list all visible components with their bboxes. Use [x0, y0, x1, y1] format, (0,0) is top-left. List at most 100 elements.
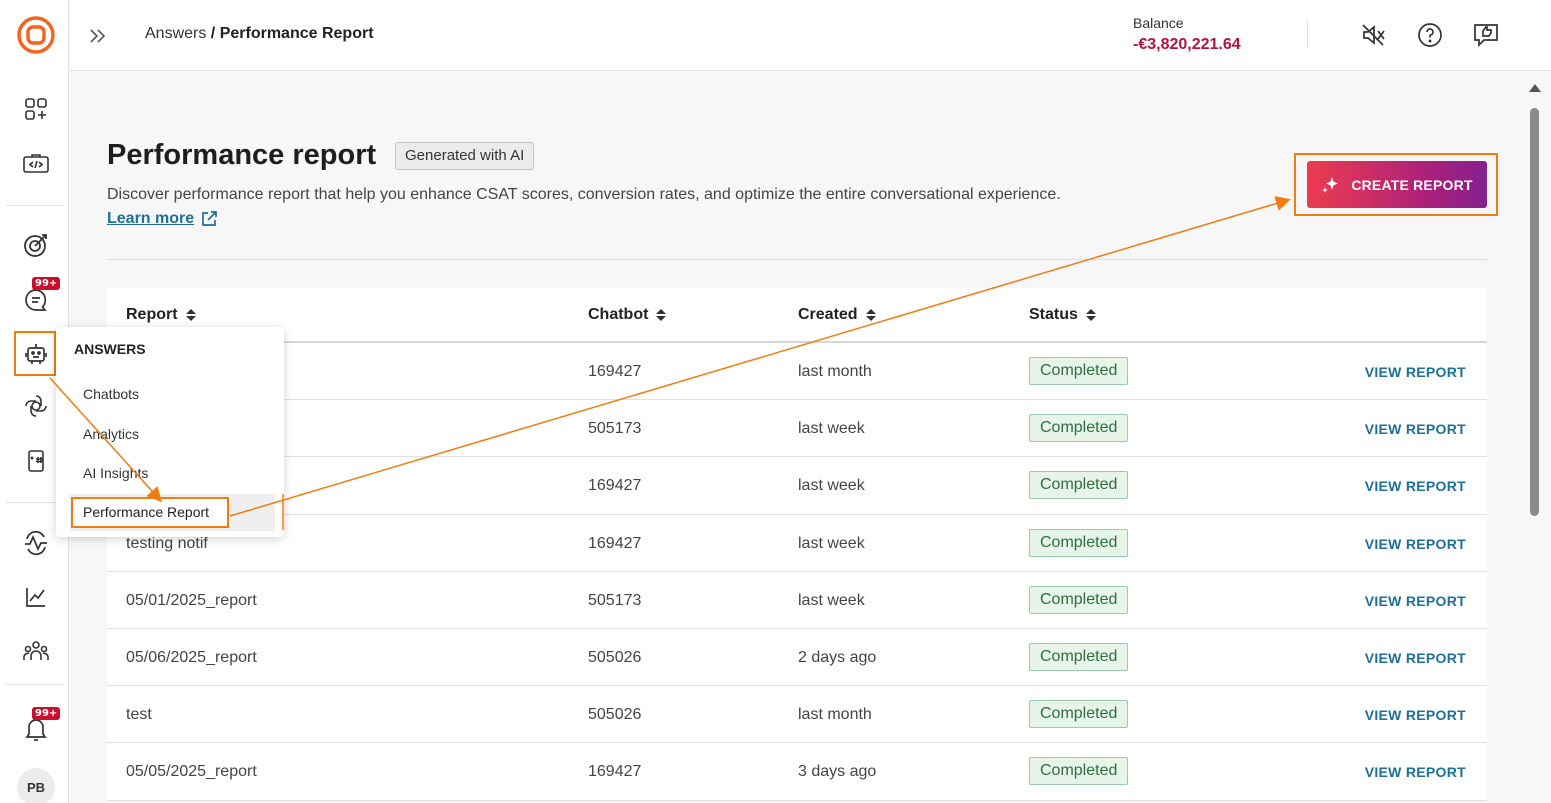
top-header: Answers / Performance Report Balance -€3… [70, 0, 1551, 71]
balance-value: -€3,820,221.64 [1133, 36, 1241, 53]
column-label: Report [126, 306, 178, 323]
phone-hash-icon[interactable] [15, 440, 57, 482]
chatbot-id: 169427 [588, 534, 642, 552]
created-date: last week [798, 420, 865, 438]
view-report-link[interactable]: VIEW REPORT [1365, 707, 1466, 723]
chatbot-id: 169427 [588, 477, 642, 495]
table-header: Report Chatbot Created Status [107, 288, 1487, 343]
submenu-title: ANSWERS [74, 341, 146, 357]
report-name: testing notif [126, 534, 208, 552]
create-report-button[interactable]: CREATE REPORT [1307, 161, 1487, 208]
created-date: 2 days ago [798, 648, 877, 666]
page-title: Performance report [107, 139, 377, 171]
rail-highlight-frame [14, 331, 56, 376]
sound-off-icon[interactable] [1358, 20, 1390, 50]
chatbot-id: 505173 [588, 591, 642, 609]
expand-sidebar-icon[interactable] [84, 22, 112, 50]
column-label: Status [1029, 306, 1078, 323]
section-divider [107, 259, 1487, 260]
report-name: 05/01/2025_report [126, 591, 257, 609]
table-row: 05/05/2025_report 169427 3 days ago Comp… [107, 743, 1487, 801]
notification-badge: 99+ [32, 707, 61, 720]
status-badge: Completed [1029, 414, 1129, 443]
learn-more-link[interactable]: Learn more [107, 210, 218, 228]
chatbot-id: 169427 [588, 763, 642, 781]
status-badge: Completed [1029, 757, 1129, 786]
view-report-link[interactable]: VIEW REPORT [1365, 478, 1466, 494]
pulse-icon[interactable] [15, 522, 57, 564]
target-icon[interactable] [15, 224, 57, 266]
brand-logo-icon[interactable] [15, 14, 57, 56]
chatbot-id: 169427 [588, 363, 642, 380]
avatar[interactable]: PB [17, 768, 55, 803]
column-header-chatbot[interactable]: Chatbot [588, 306, 667, 324]
report-name: 05/06/2025_report [126, 648, 257, 666]
scroll-thumb[interactable] [1530, 108, 1539, 516]
status-badge: Completed [1029, 357, 1129, 385]
chart-icon[interactable] [15, 576, 57, 618]
learn-more-label: Learn more [107, 210, 195, 227]
created-date: last week [798, 591, 865, 609]
submenu-item-performance-report[interactable]: Performance Report [71, 497, 229, 528]
ai-generated-tag: Generated with AI [395, 142, 535, 170]
created-date: last week [798, 477, 865, 495]
status-badge: Completed [1029, 700, 1129, 729]
submenu-item-ai-insights[interactable]: AI Insights [83, 465, 148, 481]
column-label: Chatbot [588, 306, 649, 323]
header-divider [1307, 20, 1308, 48]
column-label: Created [798, 306, 858, 323]
rail-divider [6, 205, 64, 206]
view-report-link[interactable]: VIEW REPORT [1365, 593, 1466, 609]
report-name: 05/05/2025_report [126, 763, 257, 781]
view-report-link[interactable]: VIEW REPORT [1365, 536, 1466, 552]
status-badge: Completed [1029, 528, 1129, 557]
submenu-item-analytics[interactable]: Analytics [83, 426, 139, 442]
sort-icon [656, 309, 667, 321]
view-report-link[interactable]: VIEW REPORT [1365, 421, 1466, 437]
view-report-link[interactable]: VIEW REPORT [1365, 650, 1466, 666]
created-date: 3 days ago [798, 763, 877, 781]
table-row: 05/01/2025_report 505173 last week Compl… [107, 572, 1487, 629]
scroll-up-arrow-icon[interactable] [1529, 84, 1541, 92]
status-badge: Completed [1029, 471, 1129, 500]
report-name: test [126, 706, 152, 724]
dashboard-icon[interactable] [15, 88, 57, 130]
reports-table: Report Chatbot Created Status 169427 las… [107, 288, 1487, 801]
view-report-link[interactable]: VIEW REPORT [1365, 764, 1466, 780]
page-description: Discover performance report that help yo… [107, 186, 1061, 203]
column-header-status[interactable]: Status [1029, 306, 1096, 324]
table-row: 05/06/2025_report 505026 2 days ago Comp… [107, 629, 1487, 687]
created-date: last month [798, 363, 872, 380]
openai-icon[interactable] [15, 385, 57, 427]
table-row: testing notif 169427 last week Completed… [107, 515, 1487, 572]
column-header-created[interactable]: Created [798, 306, 876, 324]
sort-icon [185, 309, 196, 321]
submenu-item-chatbots[interactable]: Chatbots [83, 386, 139, 402]
table-row: 505173 last week Completed VIEW REPORT [107, 400, 1487, 458]
answers-submenu: ANSWERS Chatbots Analytics AI Insights P… [56, 327, 284, 537]
status-badge: Completed [1029, 642, 1129, 671]
breadcrumb-parent[interactable]: Answers [145, 25, 206, 42]
external-link-icon [202, 211, 217, 226]
table-row: 169427 last week Completed VIEW REPORT [107, 457, 1487, 515]
help-icon[interactable] [1414, 20, 1446, 50]
breadcrumb-current: Performance Report [219, 25, 374, 42]
breadcrumb: Answers / Performance Report [145, 25, 374, 43]
balance-label: Balance [1133, 15, 1184, 31]
chatbot-id: 505026 [588, 648, 642, 666]
chat-badge: 99+ [32, 277, 61, 290]
status-badge: Completed [1029, 585, 1129, 614]
team-icon[interactable] [15, 630, 57, 672]
breadcrumb-separator: / [206, 25, 220, 42]
view-report-link[interactable]: VIEW REPORT [1365, 364, 1466, 380]
table-row: 169427 last month Completed VIEW REPORT [107, 343, 1487, 401]
sort-icon [1085, 309, 1096, 321]
code-icon[interactable] [15, 143, 57, 185]
created-date: last week [798, 534, 865, 552]
column-header-report[interactable]: Report [126, 306, 196, 324]
vertical-scrollbar[interactable] [1527, 80, 1543, 800]
create-report-label: CREATE REPORT [1351, 176, 1473, 193]
rail-divider [6, 684, 64, 685]
feedback-icon[interactable] [1470, 20, 1502, 50]
sparkle-icon [1322, 176, 1339, 193]
